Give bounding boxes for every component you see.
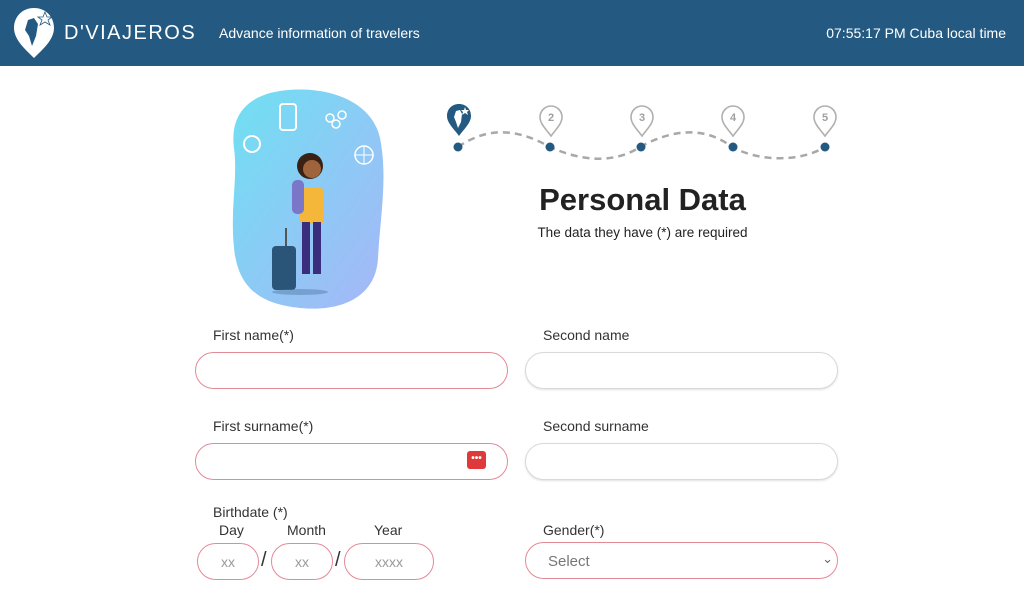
step-number: 4 [729, 112, 737, 124]
traveler-illustration [232, 89, 384, 309]
year-label: Year [374, 522, 403, 538]
date-separator: / [335, 549, 341, 571]
step-dot-3 [636, 142, 646, 152]
gender-select[interactable]: Select ⌄ [525, 542, 838, 579]
gender-label: Gender(*) [543, 522, 605, 538]
first-name-input[interactable] [195, 352, 508, 389]
step-dot-2 [545, 142, 555, 152]
step-5-pin[interactable]: 5 [812, 104, 838, 138]
second-surname-label: Second surname [543, 418, 649, 434]
step-dot-1 [453, 142, 463, 152]
birthdate-label: Birthdate (*) [213, 504, 288, 520]
second-name-label: Second name [543, 327, 630, 343]
step-dot-5 [820, 142, 830, 152]
password-manager-icon[interactable]: ••• [467, 451, 486, 469]
brand-name: D'VIAJEROS [64, 22, 197, 44]
first-surname-label: First surname(*) [213, 418, 314, 434]
step-number: 2 [547, 112, 555, 124]
step-3-pin[interactable]: 3 [629, 104, 655, 138]
step-number: 3 [638, 112, 646, 124]
second-surname-input[interactable] [525, 443, 838, 480]
gender-selected-value: Select [548, 553, 590, 570]
birth-month-input[interactable] [271, 543, 333, 580]
second-name-input[interactable] [525, 352, 838, 389]
day-label: Day [219, 522, 244, 538]
first-surname-input[interactable] [195, 443, 508, 480]
birth-year-input[interactable] [344, 543, 434, 580]
step-1-traveler-pin-icon[interactable] [446, 103, 472, 137]
dviajeros-logo-icon[interactable] [12, 6, 56, 60]
page-subtitle: The data they have (*) are required [537, 225, 748, 240]
date-separator: / [261, 549, 267, 571]
step-dot-4 [728, 142, 738, 152]
chevron-down-icon: ⌄ [822, 551, 833, 566]
top-header: D'VIAJEROS Advance information of travel… [0, 0, 1024, 66]
step-number: 5 [821, 112, 829, 124]
first-name-label: First name(*) [213, 327, 294, 343]
month-label: Month [287, 522, 326, 538]
local-time-clock: 07:55:17 PM Cuba local time [826, 25, 1006, 41]
birth-day-input[interactable] [197, 543, 259, 580]
page-title: Personal Data [539, 182, 746, 217]
header-tagline: Advance information of travelers [219, 25, 420, 41]
step-4-pin[interactable]: 4 [720, 104, 746, 138]
step-2-pin[interactable]: 2 [538, 104, 564, 138]
